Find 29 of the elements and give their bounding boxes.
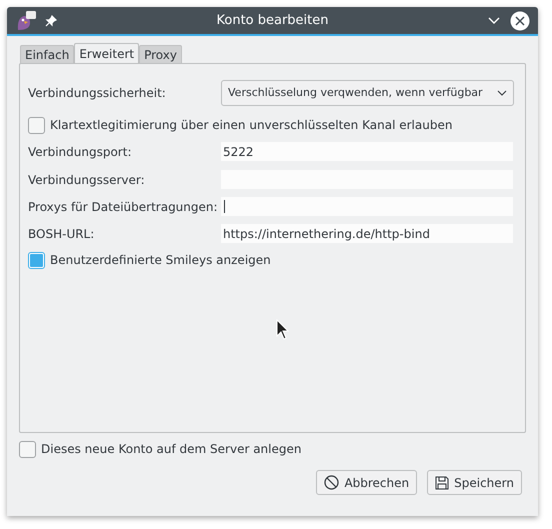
pointer-icon (276, 319, 290, 341)
field-label: Verbindungssicherheit: (28, 85, 167, 102)
checkbox-label: Klartextlegitimierung über einen unverschlüsselten Kanal erlauben (50, 117, 452, 134)
dropdown[interactable]: Verschlüsselung verqwenden, wenn verfügbar (221, 80, 514, 106)
cancel-button[interactable]: Abbrechen (316, 470, 418, 495)
checkbox-label: Benutzerdefinierte Smileys anzeigen (50, 252, 271, 269)
field-label: Verbindungsport: (28, 144, 132, 160)
tab[interactable]: Einfach (20, 45, 74, 63)
cancel-icon (324, 475, 340, 490)
bird-icon (15, 10, 37, 32)
caret-icon (497, 90, 507, 96)
input-field[interactable]: https://internethering.de/http-bind (221, 224, 513, 243)
checkbox[interactable] (19, 440, 36, 458)
field-label: BOSH-URL: (28, 226, 96, 242)
field-label: Verbindungsserver: (28, 172, 146, 188)
checkbox-label: Dieses neue Konto auf dem Server anlegen (41, 441, 302, 458)
window-title: Konto bearbeiten (216, 12, 328, 30)
save-icon (435, 476, 450, 490)
checkbox[interactable] (28, 252, 45, 268)
input-field[interactable]: 5222 (221, 142, 513, 161)
save-button[interactable]: Speichern (427, 470, 522, 495)
tab[interactable]: Erweitert (74, 43, 140, 63)
close-icon[interactable] (510, 10, 530, 30)
tab[interactable]: Proxy (139, 45, 182, 63)
pin-icon[interactable] (45, 14, 57, 26)
field-label: Proxys für Dateiübertragungen: (28, 198, 219, 216)
minimize-icon[interactable] (488, 16, 500, 24)
input-field[interactable] (221, 197, 513, 216)
checkbox[interactable] (28, 116, 45, 134)
